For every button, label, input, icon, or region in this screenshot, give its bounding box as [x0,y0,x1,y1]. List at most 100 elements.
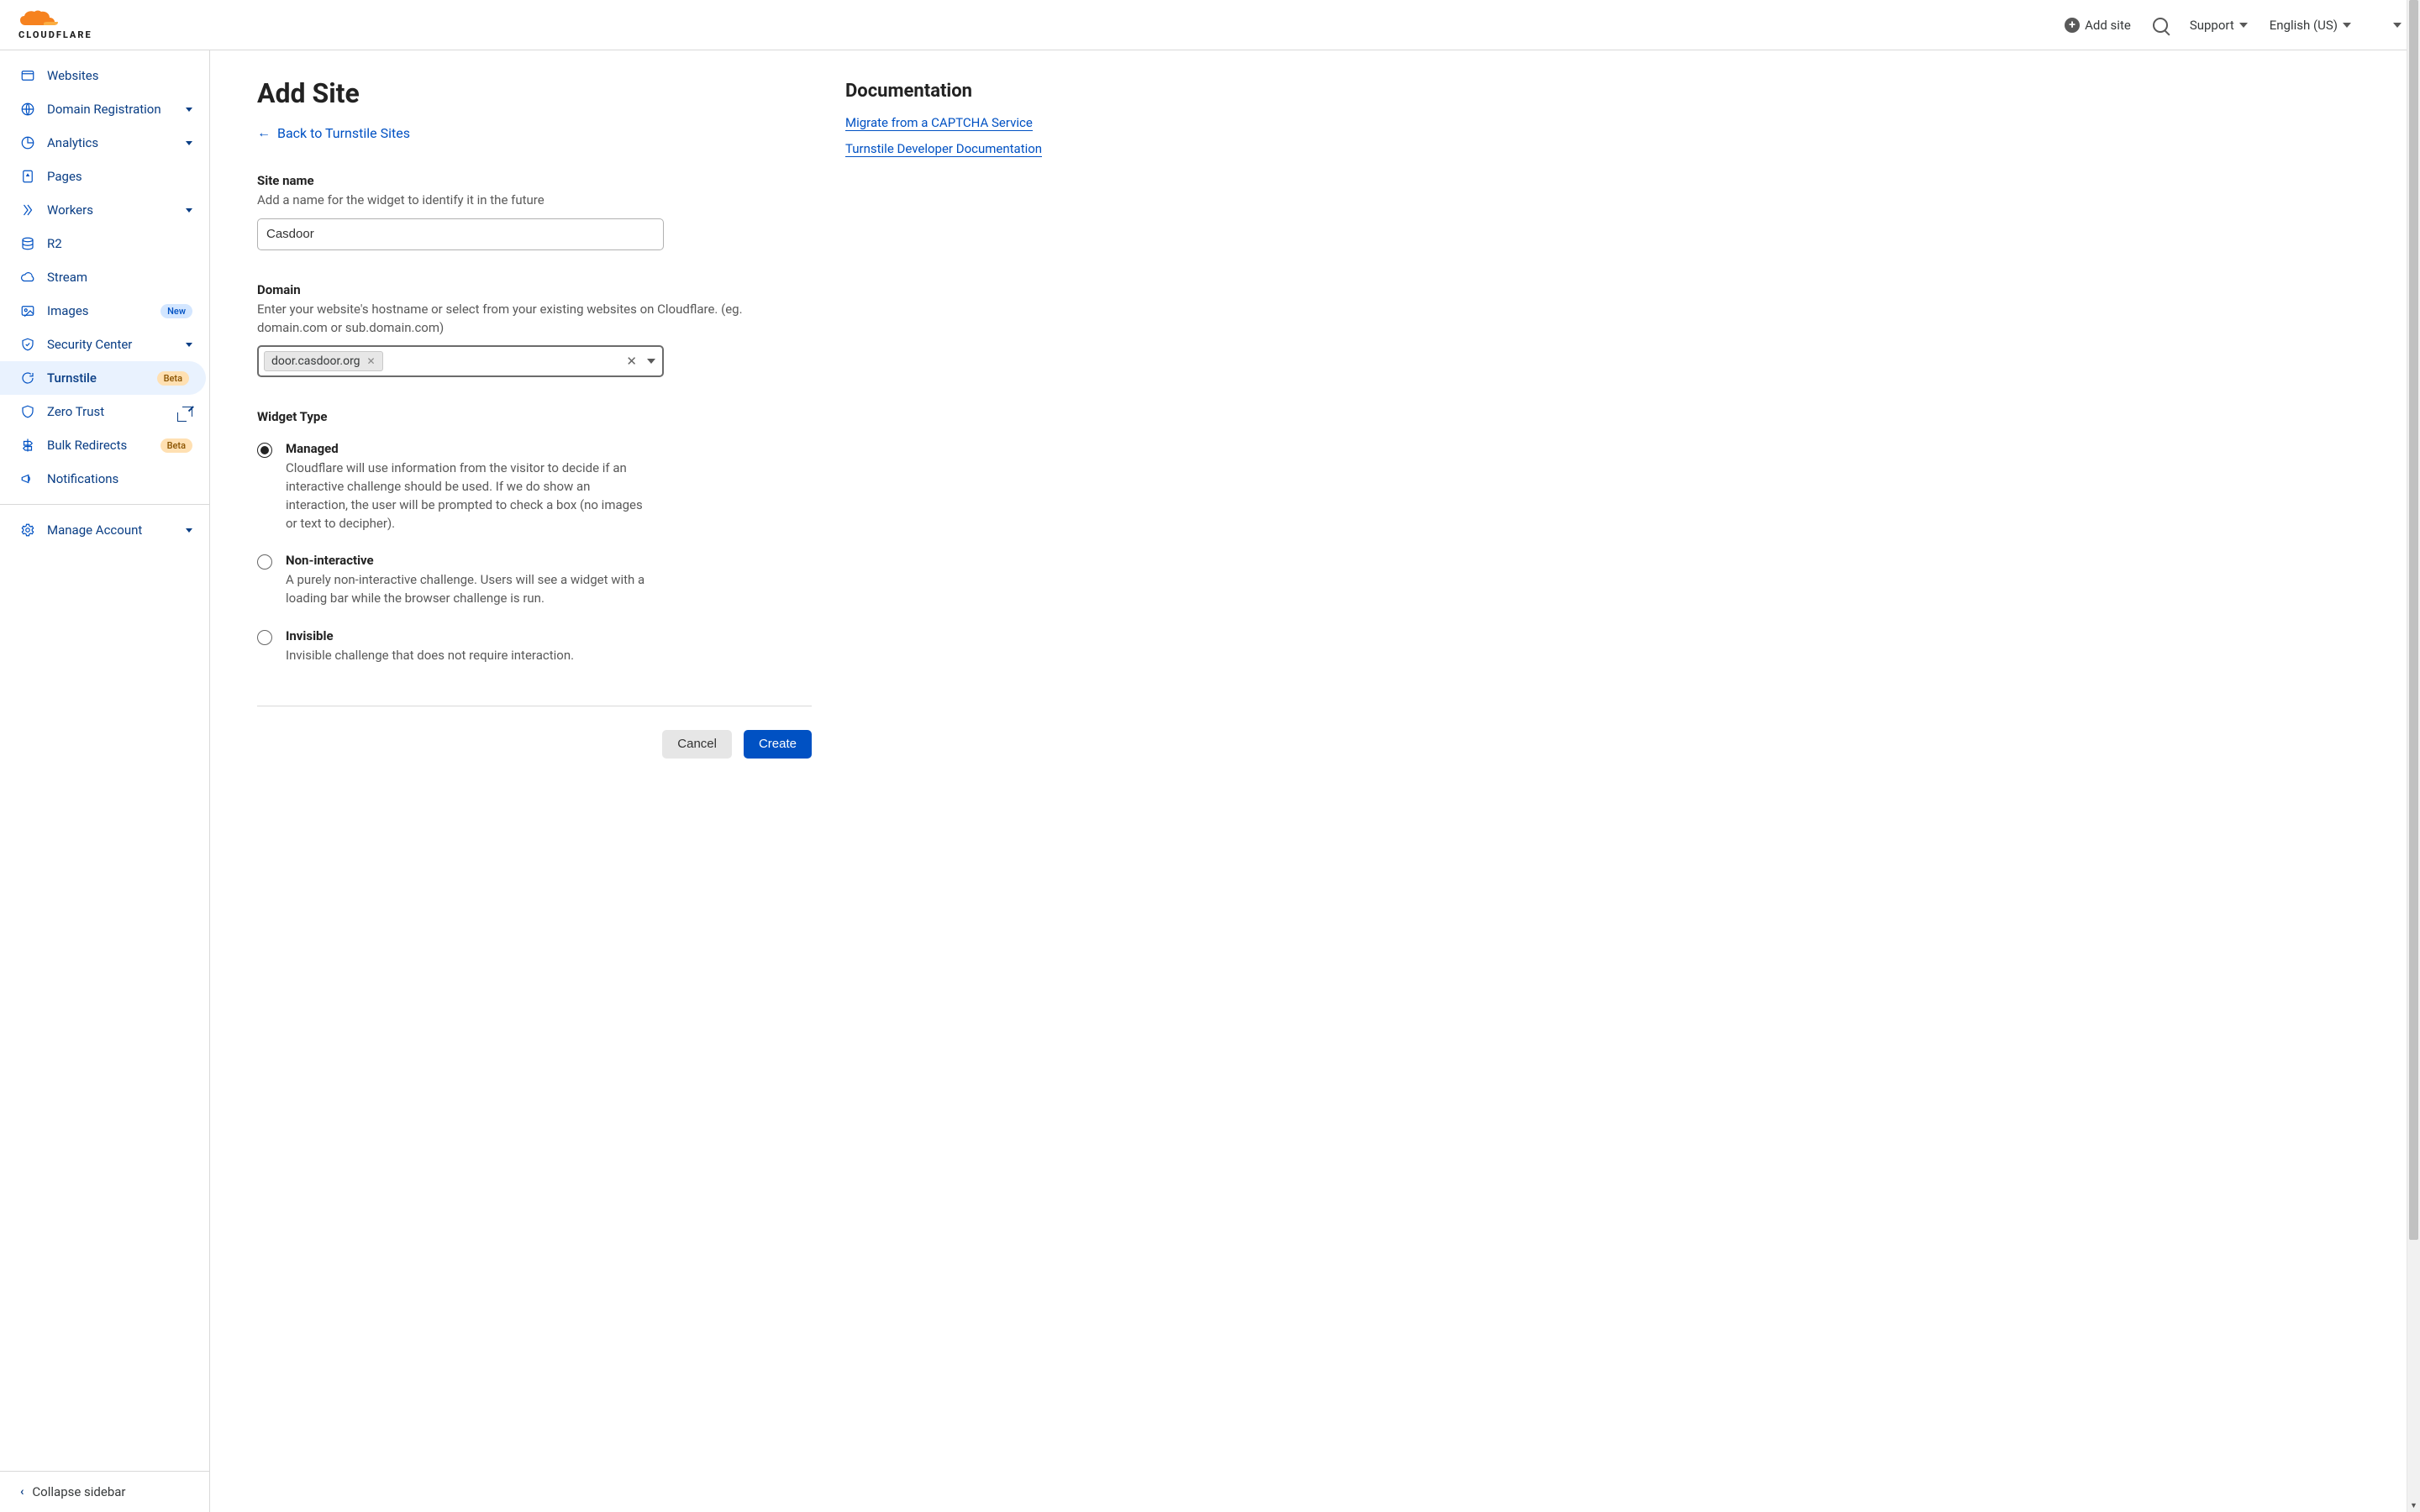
widget-type-option-non-interactive[interactable]: Non-interactiveA purely non-interactive … [257,553,812,608]
sidebar-item-domain-registration[interactable]: Domain Registration [0,92,209,126]
cloud-icon [18,10,62,29]
search-button[interactable] [2153,18,2168,33]
chevron-down-icon [186,343,192,347]
external-link-icon [182,407,192,417]
sidebar-item-workers[interactable]: Workers [0,193,209,227]
sidebar-item-security-center[interactable]: Security Center [0,328,209,361]
chevron-down-icon[interactable] [647,359,655,364]
user-menu[interactable] [2373,18,2402,33]
back-link-label: Back to Turnstile Sites [277,125,410,141]
widget-type-option-managed[interactable]: ManagedCloudflare will use information f… [257,441,812,533]
sidebar-item-label: Security Center [47,337,174,352]
domain-help: Enter your website's hostname or select … [257,301,812,338]
cloud-icon [20,270,35,285]
sidebar-item-label: Manage Account [47,522,174,538]
radio-input[interactable] [257,630,272,645]
header: CLOUDFLARE + Add site Support English (U… [0,0,2420,50]
sidebar-item-label: Websites [47,68,192,83]
sidebar-item-zero-trust[interactable]: Zero Trust [0,395,209,428]
badge-new: New [160,304,192,318]
scroll-down-arrow[interactable]: ▼ [2407,1499,2420,1512]
window-icon [20,68,35,83]
db-icon [20,236,35,251]
sidebar-item-label: Bulk Redirects [47,438,149,453]
sidebar-item-stream[interactable]: Stream [0,260,209,294]
collapse-sidebar-button[interactable]: ‹‹ Collapse sidebar [0,1471,209,1512]
doc-link[interactable]: Turnstile Developer Documentation [845,141,1042,157]
chevron-down-icon [186,108,192,112]
sidebar-item-label: Images [47,303,149,318]
add-site-link[interactable]: + Add site [2065,18,2131,33]
divider [0,504,209,505]
site-name-help: Add a name for the widget to identify it… [257,192,812,210]
sidebar: Websites Domain RegistrationAnalytics Page… [0,50,210,1512]
language-label: English (US) [2270,18,2338,33]
side-nav: Websites Domain RegistrationAnalytics Page… [0,50,209,496]
megaphone-icon [20,471,35,486]
radio-input[interactable] [257,443,272,458]
radio-description: Cloudflare will use information from the… [286,459,655,533]
widget-type-option-invisible[interactable]: Invisible Invisible challenge that does n… [257,628,812,665]
sidebar-item-websites[interactable]: Websites [0,59,209,92]
page-icon [20,169,35,184]
main-content: Add Site ← Back to Turnstile Sites Site … [210,50,2407,1512]
widget-type-label: Widget Type [257,409,812,424]
radio-title: Invisible [286,628,574,643]
sidebar-item-bulk-redirects[interactable]: Bulk Redirects Beta [0,428,209,462]
add-site-label: Add site [2085,18,2131,33]
doc-link[interactable]: Migrate from a CAPTCHA Service [845,115,1033,131]
domain-tag-text: door.casdoor.org [271,354,360,368]
create-button[interactable]: Create [744,730,812,759]
documentation-panel: Documentation Migrate from a CAPTCHA Ser… [845,77,1106,1485]
remove-tag-icon[interactable]: ✕ [367,355,376,367]
scrollbar-thumb[interactable] [2409,0,2418,1240]
chevron-down-icon [186,528,192,533]
collapse-label: Collapse sidebar [32,1484,125,1499]
pie-icon [20,135,35,150]
back-link[interactable]: ← Back to Turnstile Sites [257,124,410,141]
shield-check-icon [20,337,35,352]
shield-icon [20,404,35,419]
gear-icon [20,522,35,538]
cancel-button[interactable]: Cancel [662,730,732,759]
documentation-heading: Documentation [845,81,1106,102]
sidebar-item-label: Turnstile [47,370,145,386]
logo-wordmark: CLOUDFLARE [18,29,92,40]
reload-icon [20,370,35,386]
signpost-icon [20,438,35,453]
workers-icon [20,202,35,218]
clear-all-icon[interactable]: ✕ [626,354,637,369]
radio-description: Invisible challenge that does not requir… [286,647,574,665]
sidebar-item-manage-account[interactable]: Manage Account [0,513,209,547]
chevron-down-icon [186,141,192,145]
form-actions: Cancel Create [257,706,812,759]
sidebar-item-pages[interactable]: Pages [0,160,209,193]
radio-input[interactable] [257,554,272,570]
globe-icon [20,102,35,117]
sidebar-item-notifications[interactable]: Notifications [0,462,209,496]
language-menu[interactable]: English (US) [2270,18,2351,33]
sidebar-item-label: Zero Trust [47,404,171,419]
cloudflare-logo[interactable]: CLOUDFLARE [18,10,92,40]
support-menu[interactable]: Support [2190,18,2248,33]
sidebar-item-r2[interactable]: R2 [0,227,209,260]
site-name-input[interactable] [257,218,664,250]
page-title: Add Site [257,77,812,109]
header-actions: + Add site Support English (US) [2065,18,2402,33]
chevron-down-icon [2239,23,2248,28]
sidebar-item-label: Stream [47,270,192,285]
arrow-left-icon: ← [257,124,271,141]
sidebar-item-analytics[interactable]: Analytics [0,126,209,160]
sidebar-item-label: Workers [47,202,174,218]
window-scrollbar[interactable]: ▲ ▼ [2407,0,2420,1512]
domain-tag: door.casdoor.org ✕ [264,351,383,371]
support-label: Support [2190,18,2234,33]
sidebar-item-turnstile[interactable]: TurnstileBeta [0,361,206,395]
sidebar-item-label: Pages [47,169,192,184]
chevron-down-icon [186,208,192,213]
domain-select[interactable]: door.casdoor.org ✕ ✕ [257,345,664,377]
chevron-down-icon [2343,23,2351,28]
chevron-down-icon [2393,23,2402,28]
badge-beta: Beta [160,438,192,453]
sidebar-item-images[interactable]: Images New [0,294,209,328]
